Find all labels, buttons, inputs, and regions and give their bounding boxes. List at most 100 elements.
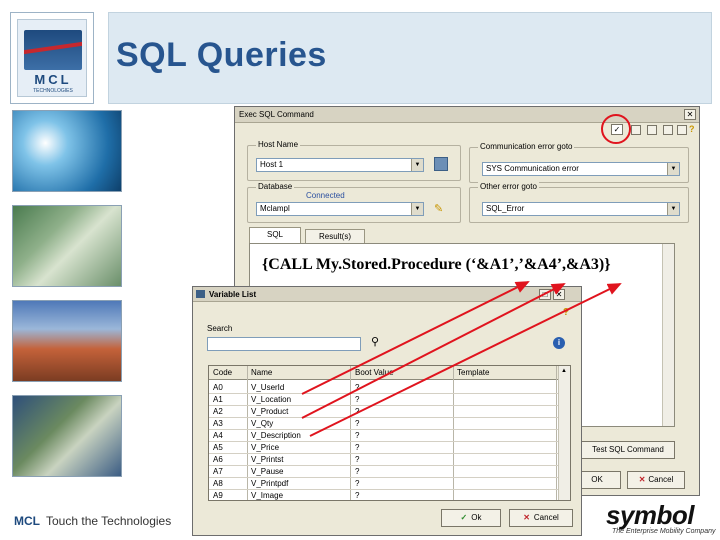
other-error-group: Other error goto SQL_Error ▼ (469, 182, 689, 223)
footer-brand: MCL (14, 514, 40, 528)
pencil-icon[interactable]: ✎ (434, 202, 443, 215)
sql-window-titlebar: Exec SQL Command ✕ (235, 107, 699, 123)
database-label: Database (256, 182, 295, 191)
column-header-template[interactable]: Template (457, 368, 489, 377)
chevron-down-icon[interactable]: ▼ (411, 203, 423, 215)
host-name-label: Host Name (256, 140, 301, 149)
column-header-boot-value[interactable]: Boot Value (355, 368, 394, 377)
search-icon[interactable]: ⚲ (371, 335, 379, 348)
table-cell-boot: ? (355, 383, 360, 392)
table-row[interactable]: A4 V_Description? (209, 430, 558, 442)
comm-error-label: Communication error goto (478, 142, 575, 151)
help-icon[interactable]: ? (563, 307, 569, 318)
table-cell-boot: ? (355, 431, 360, 440)
toolbar-icon-2[interactable] (631, 125, 641, 135)
table-cell-name: V_Pause (251, 467, 284, 476)
comm-error-group: Communication error goto SYS Communicati… (469, 142, 689, 183)
tab-sql[interactable]: SQL (249, 227, 301, 243)
aerial-photo (12, 395, 122, 477)
close-icon[interactable]: ✕ (684, 109, 696, 120)
other-error-combo[interactable]: SQL_Error ▼ (482, 202, 680, 216)
symbol-tagline: The Enterprise Mobility Company (612, 528, 716, 535)
variable-cancel-button[interactable]: ✕ Cancel (509, 509, 573, 527)
variable-table: Code Name Boot Value Template A0 V_UserId… (208, 365, 571, 501)
variable-cancel-label: Cancel (533, 513, 559, 522)
table-cell-boot: ? (355, 395, 360, 404)
cancel-x-icon: ✕ (638, 475, 646, 484)
table-row[interactable]: A0 V_UserId? (209, 382, 558, 394)
host-name-group: Host Name Host 1 ▼ (247, 140, 461, 181)
table-row[interactable]: A3 V_Qty? (209, 418, 558, 430)
column-header-code[interactable]: Code (213, 368, 232, 377)
table-cell-name: V_Price (251, 443, 280, 452)
test-sql-button[interactable]: Test SQL Command (581, 441, 675, 459)
logo-stripe (24, 41, 82, 55)
variable-list-title: Variable List (209, 290, 257, 299)
slide-title: SQL Queries (116, 36, 327, 74)
toolbar-icon-5[interactable] (677, 125, 687, 135)
toolbar-icon-3[interactable] (647, 125, 657, 135)
sql-editor-scrollbar[interactable] (662, 244, 674, 426)
search-label: Search (207, 324, 233, 333)
maximize-icon[interactable]: □ (539, 289, 551, 300)
database-combo[interactable]: Mclampl ▼ (256, 202, 424, 216)
arch-photo (12, 300, 122, 382)
table-row[interactable]: A8 V_Printpdf? (209, 478, 558, 490)
variable-ok-button[interactable]: ✓ Ok (441, 509, 501, 527)
table-cell-boot: ? (355, 443, 360, 452)
close-icon[interactable]: ✕ (553, 289, 565, 300)
footer-branding: MCL Touch the Technologies (14, 514, 171, 528)
table-cell-boot: ? (355, 467, 360, 476)
info-icon[interactable]: i (553, 337, 565, 349)
variable-table-scrollbar[interactable]: ▲ (558, 366, 570, 500)
symbol-logo: symbol (606, 500, 695, 530)
column-header-name[interactable]: Name (251, 368, 272, 377)
check-icon[interactable]: ✓ (611, 124, 623, 135)
table-cell-code: A2 (213, 407, 223, 416)
table-cell-name: V_Location (251, 395, 292, 404)
table-row[interactable]: A6 V_Printst? (209, 454, 558, 466)
other-error-label: Other error goto (478, 182, 539, 191)
variable-ok-label: Ok (471, 513, 482, 522)
table-cell-code: A0 (213, 383, 223, 392)
toolbar-icon-4[interactable] (663, 125, 673, 135)
table-cell-code: A9 (213, 491, 223, 500)
window-icon (196, 290, 205, 298)
logo-letters: MCL (34, 72, 72, 87)
sql-command-text: {CALL My.Stored.Procedure (‘&A1’,’&A4’,&… (262, 256, 611, 273)
sql-ok-label: OK (591, 475, 603, 484)
chevron-down-icon[interactable]: ▼ (667, 203, 679, 215)
table-row[interactable]: A1 V_Location? (209, 394, 558, 406)
table-cell-name: V_Qty (251, 419, 274, 428)
table-row[interactable]: A2 V_Product? (209, 406, 558, 418)
search-input[interactable] (207, 337, 361, 351)
mcl-logo: MCL TECHNOLOGIES (10, 12, 94, 104)
other-error-value: SQL_Error (486, 204, 525, 213)
comm-error-combo[interactable]: SYS Communication error ▼ (482, 162, 680, 176)
sql-window-title: Exec SQL Command (239, 110, 314, 119)
landscape-photo (12, 205, 122, 287)
table-cell-name: V_Printst (251, 455, 284, 464)
logo-mark (24, 30, 82, 70)
chevron-up-icon[interactable]: ▲ (561, 368, 567, 374)
chevron-down-icon[interactable]: ▼ (667, 163, 679, 175)
host-name-combo[interactable]: Host 1 ▼ (256, 158, 424, 172)
variable-table-header: Code Name Boot Value Template (209, 366, 570, 380)
chevron-down-icon[interactable]: ▼ (411, 159, 423, 171)
table-cell-code: A8 (213, 479, 223, 488)
table-row[interactable]: A7 V_Pause? (209, 466, 558, 478)
table-cell-name: V_Description (251, 431, 301, 440)
table-cell-name: V_Image (251, 491, 284, 500)
computer-icon[interactable] (434, 157, 448, 171)
cancel-x-icon: ✕ (523, 513, 530, 522)
table-row[interactable]: A5 V_Price? (209, 442, 558, 454)
sql-cancel-button[interactable]: ✕ Cancel (627, 471, 685, 489)
table-row[interactable]: A9 V_Image? (209, 490, 558, 500)
table-cell-boot: ? (355, 407, 360, 416)
host-name-value: Host 1 (260, 160, 284, 169)
table-cell-code: A3 (213, 419, 223, 428)
logo-inner: MCL TECHNOLOGIES (17, 19, 87, 97)
help-icon[interactable]: ? (689, 124, 695, 134)
footer-tagline: Touch the Technologies (46, 514, 172, 528)
water-photo (12, 110, 122, 192)
